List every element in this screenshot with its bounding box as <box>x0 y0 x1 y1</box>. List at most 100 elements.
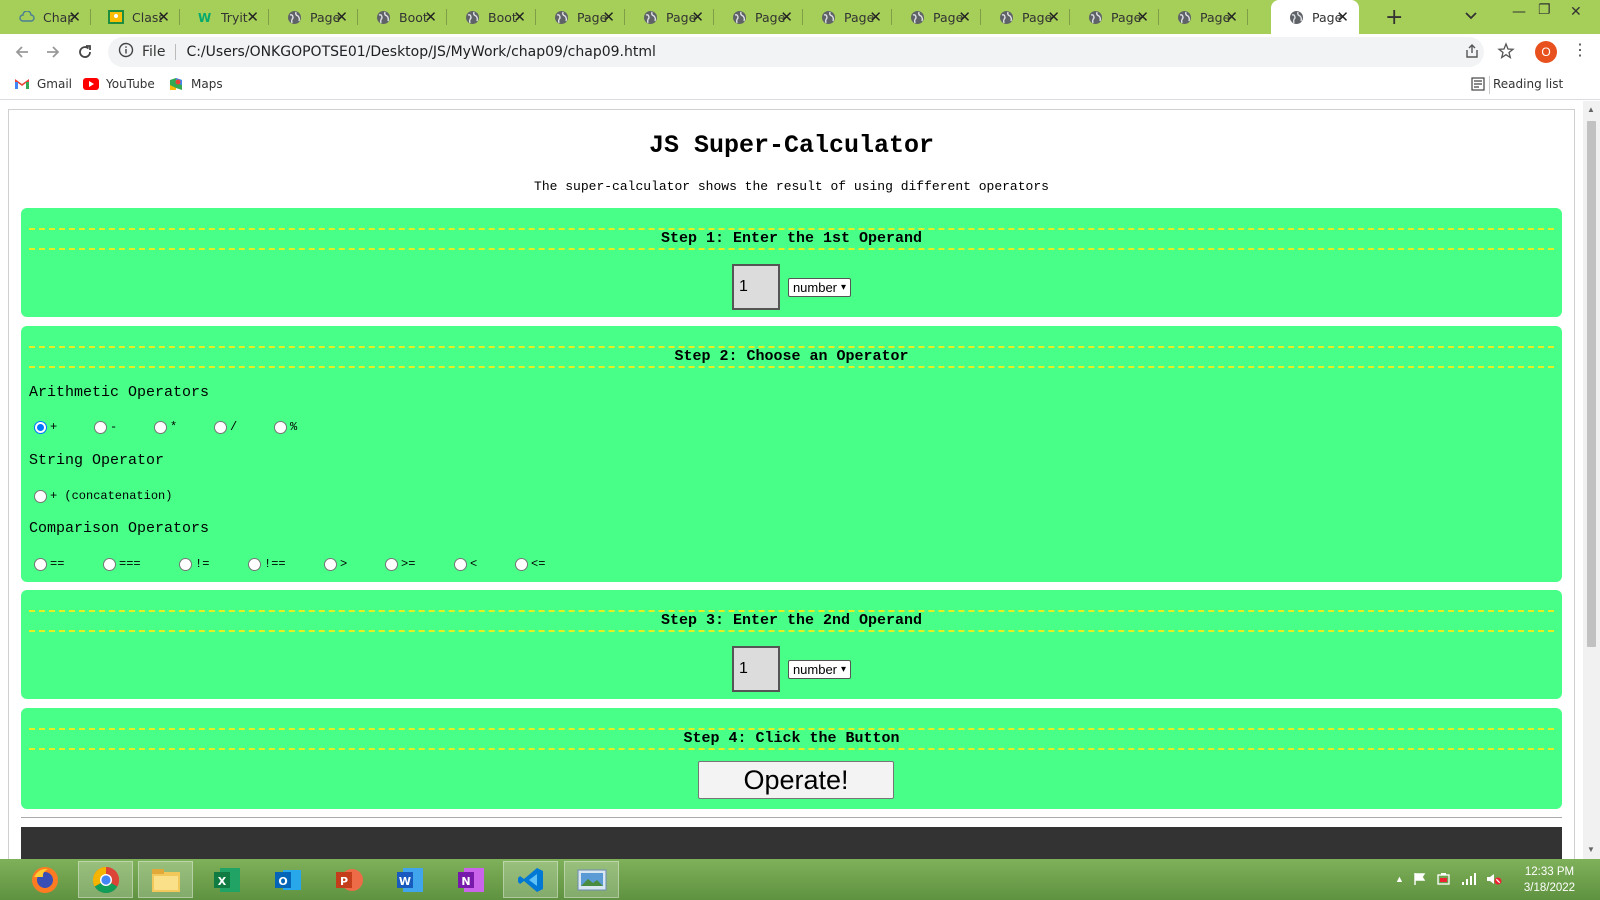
close-window-button[interactable]: ✕ <box>1570 4 1582 20</box>
taskbar-outlook[interactable]: O <box>260 861 315 898</box>
radio-concatenation[interactable]: + (concatenation) <box>34 489 172 503</box>
close-tab-icon[interactable]: ✕ <box>1047 9 1060 25</box>
address-bar[interactable]: File C:/Users/ONKGOPOTSE01/Desktop/JS/My… <box>108 37 1484 67</box>
radio-subtract[interactable]: - <box>94 420 138 434</box>
restore-button[interactable]: ❐ <box>1538 2 1551 18</box>
close-tab-icon[interactable]: ✕ <box>246 9 259 25</box>
radio-less-or-equal[interactable]: <= <box>515 557 568 571</box>
close-tab-icon[interactable]: ✕ <box>691 9 704 25</box>
taskbar-vscode[interactable] <box>503 861 558 898</box>
radio-button[interactable] <box>454 557 467 571</box>
radio-button[interactable] <box>248 557 261 571</box>
radio-strict-not-equal[interactable]: !== <box>248 557 308 571</box>
scroll-down-arrow-icon[interactable]: ▼ <box>1587 845 1595 854</box>
radio-button[interactable] <box>34 489 47 503</box>
close-tab-icon[interactable]: ✕ <box>513 9 526 25</box>
browser-tab[interactable]: Boot ✕ <box>358 0 447 34</box>
first-operand-input[interactable]: 1 <box>731 264 780 310</box>
vertical-scrollbar[interactable]: ▲ ▼ <box>1583 101 1600 859</box>
close-tab-icon[interactable]: ✕ <box>157 9 170 25</box>
radio-button[interactable] <box>324 557 337 571</box>
kebab-menu-icon[interactable]: ⋮ <box>1572 40 1588 60</box>
radio-divide[interactable]: / <box>214 420 258 434</box>
close-tab-icon[interactable]: ✕ <box>68 9 81 25</box>
url-text[interactable]: C:/Users/ONKGOPOTSE01/Desktop/JS/MyWork/… <box>186 44 655 60</box>
radio-equal[interactable]: == <box>34 557 87 571</box>
scroll-up-arrow-icon[interactable]: ▲ <box>1587 105 1595 114</box>
taskbar-firefox[interactable] <box>17 861 72 898</box>
taskbar-screenshot-tool[interactable] <box>564 861 619 898</box>
back-button[interactable] <box>12 42 32 62</box>
radio-button[interactable] <box>179 557 192 571</box>
browser-tab[interactable]: Boot ✕ <box>447 0 536 34</box>
action-center-flag-icon[interactable] <box>1413 872 1427 886</box>
browser-tab[interactable]: Chap ✕ <box>2 0 91 34</box>
close-tab-icon[interactable]: ✕ <box>780 9 793 25</box>
browser-tab[interactable]: Page ✕ <box>981 0 1070 34</box>
radio-greater-than[interactable]: > <box>324 557 369 571</box>
browser-tab[interactable]: Page ✕ <box>269 0 358 34</box>
radio-button[interactable] <box>385 557 398 571</box>
reading-list-button[interactable]: Reading list <box>1470 76 1563 92</box>
browser-tab[interactable]: Page ✕ <box>1070 0 1159 34</box>
first-operand-type-select[interactable]: number ▾ <box>787 277 852 297</box>
radio-button[interactable] <box>274 420 287 434</box>
forward-button[interactable] <box>43 42 63 62</box>
second-operand-type-select[interactable]: number ▾ <box>787 659 852 679</box>
bookmark-gmail[interactable]: Gmail <box>14 76 72 92</box>
radio-button[interactable] <box>154 420 167 434</box>
browser-tab[interactable]: Class ✕ <box>91 0 180 34</box>
close-tab-icon[interactable]: ✕ <box>335 9 348 25</box>
profile-avatar[interactable]: O <box>1535 41 1557 63</box>
volume-muted-icon[interactable] <box>1486 872 1502 886</box>
browser-tab[interactable]: Page ✕ <box>803 0 892 34</box>
tab-search-button[interactable] <box>1464 8 1478 26</box>
close-tab-icon[interactable]: ✕ <box>1336 9 1349 25</box>
taskbar-powerpoint[interactable]: P <box>321 861 376 898</box>
scrollbar-thumb[interactable] <box>1587 121 1596 647</box>
close-tab-icon[interactable]: ✕ <box>1136 9 1149 25</box>
taskbar-word[interactable]: W <box>382 861 437 898</box>
radio-button[interactable] <box>94 420 107 434</box>
close-tab-icon[interactable]: ✕ <box>869 9 882 25</box>
radio-button[interactable] <box>515 557 528 571</box>
browser-tab[interactable]: Page ✕ <box>714 0 803 34</box>
share-icon[interactable] <box>1464 43 1480 64</box>
taskbar-clock[interactable]: 12:33 PM 3/18/2022 <box>1512 864 1587 896</box>
radio-button[interactable] <box>34 420 47 434</box>
browser-tab[interactable]: W Tryit ✕ <box>180 0 269 34</box>
taskbar-onenote[interactable]: N <box>443 861 498 898</box>
taskbar-file-explorer[interactable] <box>138 861 193 898</box>
close-tab-icon[interactable]: ✕ <box>958 9 971 25</box>
operate-button[interactable]: Operate! <box>698 761 894 799</box>
bookmark-maps[interactable]: Maps <box>168 76 223 92</box>
radio-button[interactable] <box>214 420 227 434</box>
browser-tab[interactable]: Page ✕ <box>536 0 625 34</box>
minimize-button[interactable]: — <box>1512 4 1526 20</box>
new-tab-button[interactable]: + <box>1385 5 1403 30</box>
radio-button[interactable] <box>103 557 116 571</box>
bookmark-youtube[interactable]: YouTube <box>83 76 155 92</box>
radio-greater-or-equal[interactable]: >= <box>385 557 438 571</box>
show-hidden-icons-icon[interactable]: ▲ <box>1395 874 1404 884</box>
battery-icon[interactable] <box>1436 872 1452 886</box>
taskbar-excel[interactable]: X <box>199 861 254 898</box>
browser-tab[interactable]: Page ✕ <box>1271 0 1359 34</box>
radio-not-equal[interactable]: != <box>179 557 232 571</box>
network-signal-icon[interactable] <box>1461 872 1477 886</box>
radio-add[interactable]: + <box>34 420 78 434</box>
radio-button[interactable] <box>34 557 47 571</box>
radio-strict-equal[interactable]: === <box>103 557 163 571</box>
browser-tab[interactable]: Page ✕ <box>1159 0 1248 34</box>
radio-multiply[interactable]: * <box>154 420 198 434</box>
second-operand-input[interactable]: 1 <box>731 646 780 692</box>
browser-tab[interactable]: Page ✕ <box>892 0 981 34</box>
radio-less-than[interactable]: < <box>454 557 499 571</box>
browser-tab[interactable]: Page ✕ <box>625 0 714 34</box>
radio-modulo[interactable]: % <box>274 420 318 434</box>
bookmark-star-icon[interactable] <box>1497 42 1515 65</box>
taskbar-chrome[interactable] <box>78 861 133 898</box>
close-tab-icon[interactable]: ✕ <box>1225 9 1238 25</box>
info-icon[interactable] <box>118 42 134 63</box>
reload-button[interactable] <box>75 42 95 62</box>
